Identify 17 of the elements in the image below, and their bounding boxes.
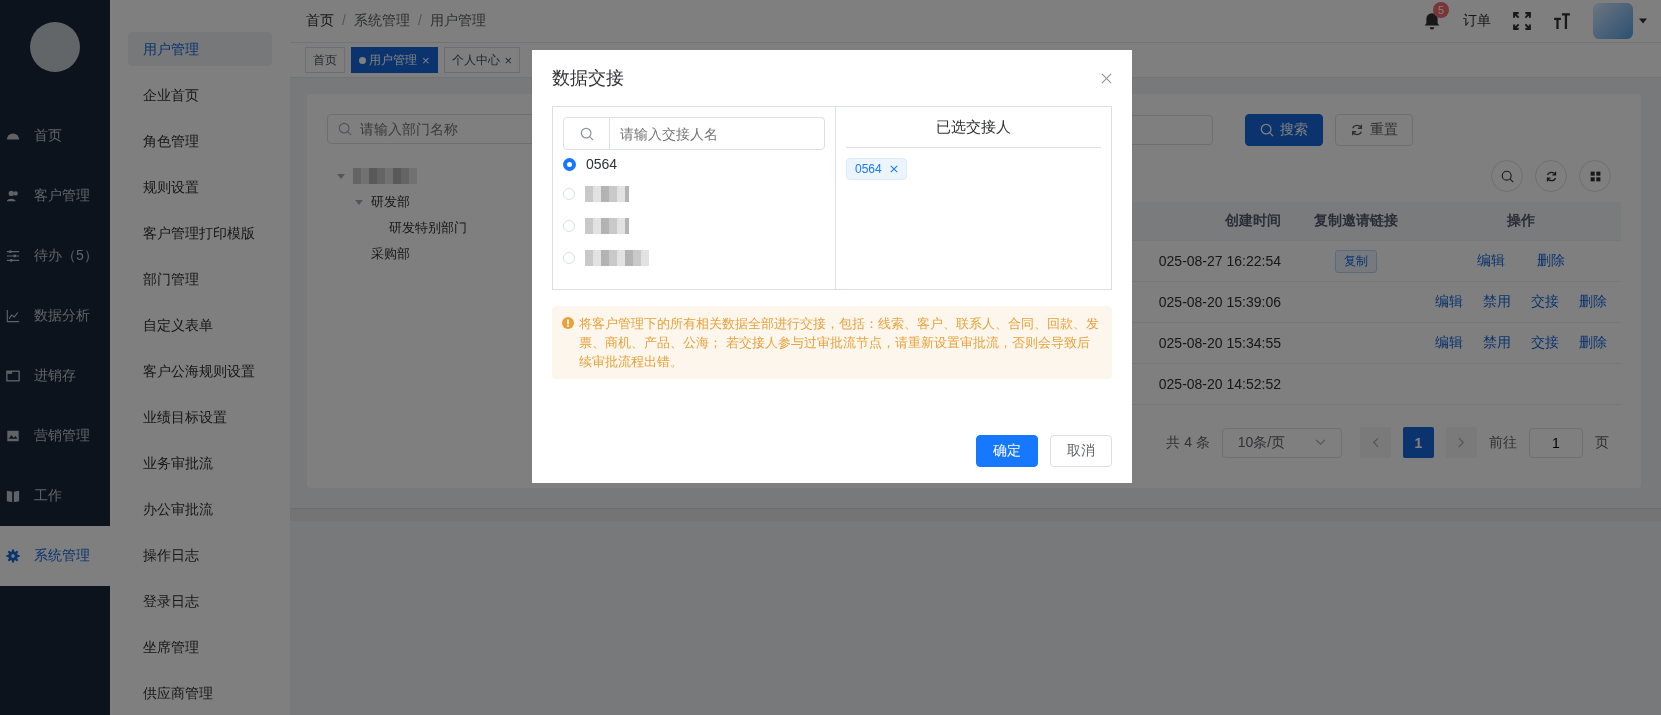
breadcrumb-separator: / <box>342 12 346 30</box>
table-cell-text: 025-08-20 15:34:55 <box>1157 335 1282 351</box>
table-cell-text: 025-08-20 15:39:06 <box>1157 294 1282 310</box>
column-header: 创建时间 <box>1224 212 1282 230</box>
table-cell-text: 025-08-27 16:22:54 <box>1157 253 1282 269</box>
person-name: 0564 <box>586 156 618 172</box>
total-count: 共 4 条 <box>1166 433 1210 452</box>
page-suffix: 页 <box>1595 433 1609 452</box>
column-header: 复制邀请链接 <box>1313 212 1399 230</box>
goto-label: 前往 <box>1489 433 1517 452</box>
dialog-title: 数据交接 <box>552 67 624 90</box>
warning-text: 将客户管理下的所有相关数据全部进行交接，包括：线索、客户、联系人、合同、回款、发票、商机、产品、公海； 若交接人参与过审批流节点，请重新设置审批流，否则会导致后续审批流程出错。 <box>579 315 1100 371</box>
notification-badge: 5 <box>1433 2 1450 18</box>
breadcrumb-separator: / <box>417 12 422 30</box>
column-header: 操作 <box>1506 212 1536 230</box>
panel-title: 已选交接人 <box>846 107 1101 148</box>
table-cell-text: 025-08-20 14:52:52 <box>1157 376 1282 392</box>
